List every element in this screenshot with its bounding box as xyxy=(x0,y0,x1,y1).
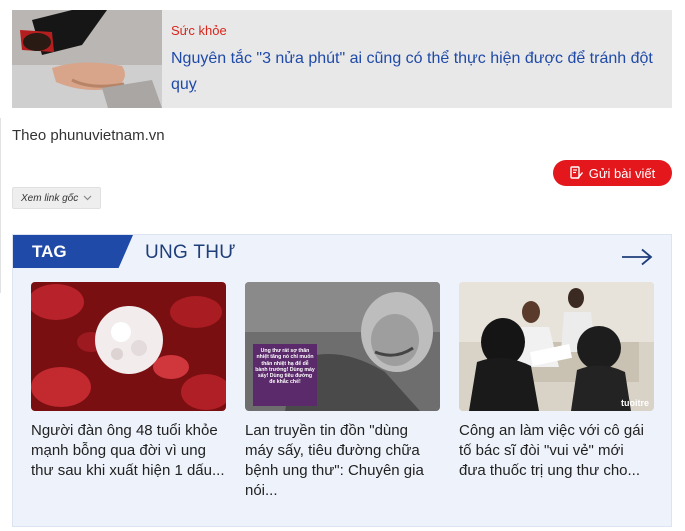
tag-article-card[interactable]: tuoitre Công an làm việc với cô gái tố b… xyxy=(459,282,654,481)
left-divider xyxy=(0,118,1,293)
view-source-label: Xem link gốc xyxy=(21,192,79,204)
related-article-title[interactable]: Nguyên tắc "3 nửa phút" ai cũng có thể t… xyxy=(171,46,661,98)
related-article-category[interactable]: Sức khỏe xyxy=(171,23,227,38)
blood-cells-image[interactable] xyxy=(31,282,226,411)
tag-name-link[interactable]: UNG THƯ xyxy=(145,242,236,264)
related-article[interactable]: Sức khỏe Nguyên tắc "3 nửa phút" ai cũng… xyxy=(12,10,672,108)
tag-article-title[interactable]: Người đàn ông 48 tuổi khỏe mạnh bỗng qua… xyxy=(31,421,226,481)
tag-article-title[interactable]: Lan truyền tin đồn "dùng máy sấy, tiêu đ… xyxy=(245,421,440,501)
send-article-button[interactable]: Gửi bài viết xyxy=(553,160,672,186)
tag-label: TAG xyxy=(13,235,133,268)
tag-article-card[interactable]: Ung thư rất sợ thân nhiệt tăng nó chỉ mu… xyxy=(245,282,440,501)
tag-article-title[interactable]: Công an làm việc với cô gái tố bác sĩ đò… xyxy=(459,421,654,481)
patient-image-caption: Ung thư rất sợ thân nhiệt tăng nó chỉ mu… xyxy=(255,348,315,386)
view-source-link[interactable]: Xem link gốc xyxy=(12,187,102,209)
watermark: tuoitre xyxy=(621,398,649,408)
send-article-label: Gửi bài viết xyxy=(588,165,656,181)
chevron-down-icon xyxy=(83,193,92,204)
tag-article-card[interactable]: Người đàn ông 48 tuổi khỏe mạnh bỗng qua… xyxy=(31,282,226,481)
related-article-thumbnail[interactable] xyxy=(12,10,162,108)
hospital-patient-image[interactable]: Ung thư rất sợ thân nhiệt tăng nó chỉ mu… xyxy=(245,282,440,411)
tag-section: TAG UNG THƯ Người đàn ông 48 tuổi khỏe m… xyxy=(12,234,672,527)
source-attribution: Theo phunuvietnam.vn xyxy=(12,127,165,144)
edit-document-icon xyxy=(570,166,583,180)
police-meeting-image[interactable]: tuoitre xyxy=(459,282,654,411)
arrow-right-icon[interactable] xyxy=(621,248,653,271)
